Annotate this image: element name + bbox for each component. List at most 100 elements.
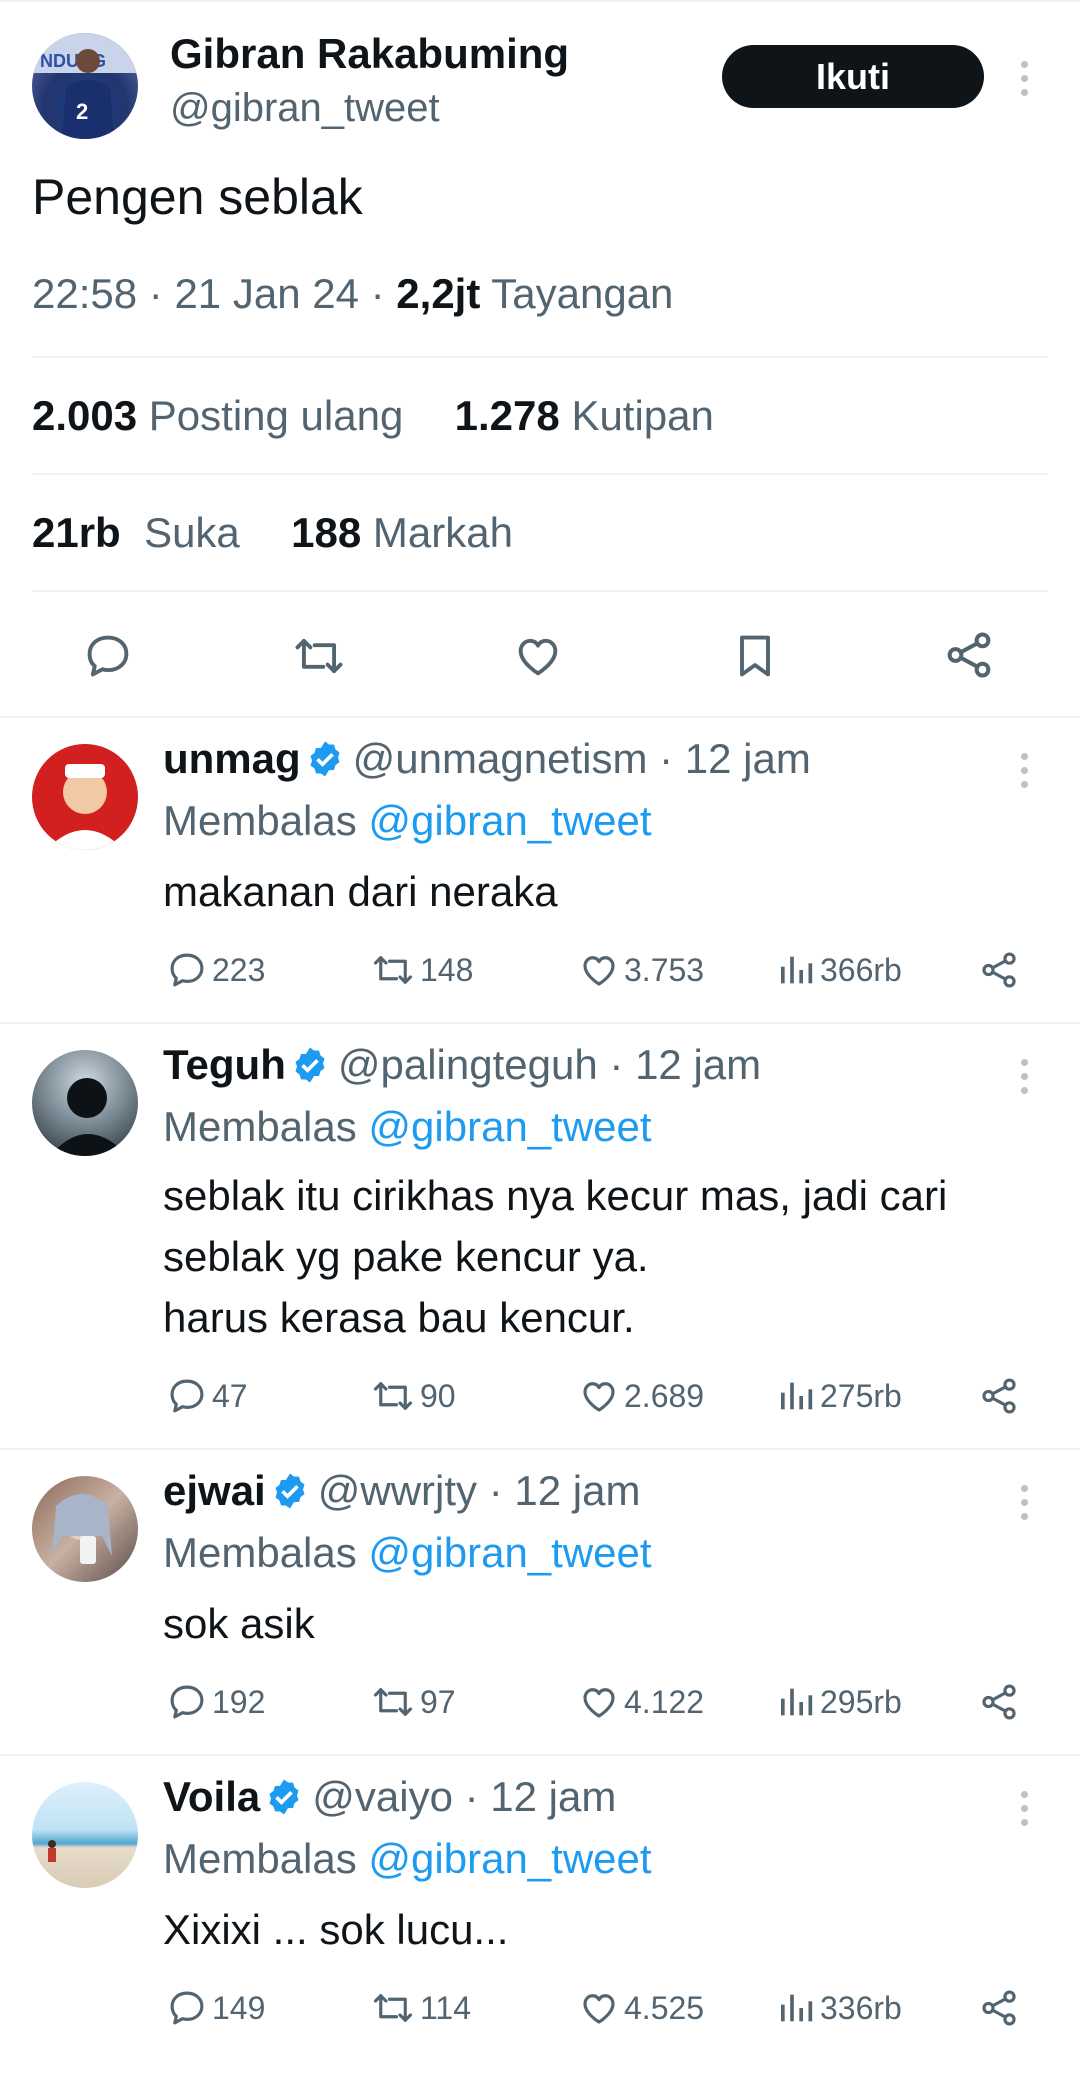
divider bbox=[32, 473, 1048, 475]
heart-icon bbox=[583, 1688, 615, 1718]
reply-text-line: sok asik bbox=[163, 1600, 315, 1647]
verified-badge-icon bbox=[305, 739, 345, 779]
reply-author-name[interactable]: Teguh bbox=[163, 1041, 286, 1088]
reply-action-repost[interactable]: 114 bbox=[370, 1987, 471, 2029]
more-icon[interactable] bbox=[1021, 61, 1031, 103]
heart-icon bbox=[583, 1382, 615, 1412]
more-icon[interactable] bbox=[1021, 1485, 1031, 1527]
bookmarks-count: 188 bbox=[291, 509, 362, 556]
reply-text-line: seblak itu cirikhas nya kecur mas, jadi … bbox=[163, 1172, 948, 1219]
reply-action-like[interactable]: 4.525 bbox=[578, 1987, 704, 2029]
reply-action-views[interactable]: 275rb bbox=[776, 1375, 902, 1417]
repost-icon bbox=[373, 1994, 413, 2022]
views-count: 295rb bbox=[820, 1683, 902, 1720]
views-count: 366rb bbox=[820, 951, 902, 988]
reply-action-share[interactable] bbox=[978, 1987, 1020, 2029]
divider bbox=[32, 590, 1048, 592]
follow-button[interactable]: Ikuti bbox=[722, 45, 984, 108]
bookmarks-label: Markah bbox=[372, 509, 513, 556]
reply-author-name[interactable]: unmag bbox=[163, 735, 301, 782]
views-count: 275rb bbox=[820, 1377, 902, 1414]
share-icon bbox=[982, 1378, 1016, 1414]
reply-avatar[interactable] bbox=[32, 744, 138, 850]
views-label: Tayangan bbox=[491, 270, 674, 317]
reply-action-share[interactable] bbox=[978, 1375, 1020, 1417]
stats-row-likes: 21rb Suka 188 Markah bbox=[32, 509, 513, 557]
reply-dot: · bbox=[464, 1773, 479, 1820]
reply-text-line: harus kerasa bau kencur. bbox=[163, 1294, 635, 1341]
reply-author-handle[interactable]: @unmagnetism bbox=[353, 735, 648, 782]
heart-icon[interactable] bbox=[512, 630, 564, 682]
share-icon[interactable] bbox=[942, 628, 996, 682]
more-icon[interactable] bbox=[1021, 1059, 1031, 1101]
reply-avatar[interactable] bbox=[32, 1476, 138, 1582]
svg-text:2: 2 bbox=[76, 99, 88, 124]
reply-author-handle[interactable]: @vaiyo bbox=[312, 1773, 453, 1820]
bookmarks-stat[interactable]: 188 Markah bbox=[291, 509, 513, 556]
reply-action-reply[interactable]: 223 bbox=[166, 949, 265, 991]
author-handle[interactable]: @gibran_tweet bbox=[170, 86, 440, 131]
reply-avatar[interactable] bbox=[32, 1782, 138, 1888]
replying-prefix: Membalas bbox=[163, 1529, 357, 1576]
reply-action-views[interactable]: 336rb bbox=[776, 1987, 902, 2029]
more-icon[interactable] bbox=[1021, 1791, 1031, 1833]
reply-author-handle[interactable]: @palingteguh bbox=[338, 1041, 598, 1088]
quotes-stat[interactable]: 1.278 Kutipan bbox=[455, 392, 714, 439]
reply-author-handle[interactable]: @wwrjty bbox=[318, 1467, 477, 1514]
reply-action-views[interactable]: 295rb bbox=[776, 1681, 902, 1723]
reply-time[interactable]: 12 jam bbox=[685, 735, 811, 782]
likes-stat[interactable]: 21rb Suka bbox=[32, 509, 240, 556]
reply-text-line: makanan dari neraka bbox=[163, 868, 558, 915]
heart-icon bbox=[583, 956, 615, 986]
reply-action-share[interactable] bbox=[978, 1681, 1020, 1723]
author-name[interactable]: Gibran Rakabuming bbox=[170, 30, 569, 78]
reply-action-reply[interactable]: 47 bbox=[166, 1375, 248, 1417]
repost-icon bbox=[373, 956, 413, 984]
reply-action-like[interactable]: 2.689 bbox=[578, 1375, 704, 1417]
reply-action-reply[interactable]: 149 bbox=[166, 1987, 265, 2029]
divider bbox=[0, 716, 1080, 718]
reply-action-repost[interactable]: 90 bbox=[370, 1375, 456, 1417]
repost-icon[interactable] bbox=[291, 630, 347, 682]
verified-badge-icon bbox=[264, 1777, 304, 1817]
reply-action-reply[interactable]: 192 bbox=[166, 1681, 265, 1723]
more-icon[interactable] bbox=[1021, 753, 1031, 795]
reply-action-like[interactable]: 3.753 bbox=[578, 949, 704, 991]
author-avatar[interactable]: NDUNG 2 bbox=[32, 33, 138, 139]
views-icon bbox=[781, 1382, 813, 1410]
repost-count: 90 bbox=[420, 1377, 456, 1414]
reply-action-share[interactable] bbox=[978, 949, 1020, 991]
reply-count: 47 bbox=[212, 1377, 248, 1414]
like-count: 4.525 bbox=[624, 1989, 705, 2026]
repost-count: 97 bbox=[420, 1683, 456, 1720]
reply-time[interactable]: 12 jam bbox=[635, 1041, 761, 1088]
replying-to-link[interactable]: @gibran_tweet bbox=[368, 1529, 651, 1576]
like-count: 3.753 bbox=[624, 951, 705, 988]
reply-author-name[interactable]: Voila bbox=[163, 1773, 260, 1820]
reply-author-name[interactable]: ejwai bbox=[163, 1467, 266, 1514]
reply-time[interactable]: 12 jam bbox=[490, 1773, 616, 1820]
reply-avatar[interactable] bbox=[32, 1050, 138, 1156]
reposts-stat[interactable]: 2.003 Posting ulang bbox=[32, 392, 403, 439]
verified-badge-icon bbox=[290, 1045, 330, 1085]
stats-row-reposts: 2.003 Posting ulang 1.278 Kutipan bbox=[32, 392, 714, 440]
replying-to: Membalas @gibran_tweet bbox=[163, 1529, 652, 1577]
reply-time[interactable]: 12 jam bbox=[514, 1467, 640, 1514]
tweet-time: 22:58 bbox=[32, 270, 138, 317]
reply-action-repost[interactable]: 97 bbox=[370, 1681, 456, 1723]
replying-to-link[interactable]: @gibran_tweet bbox=[368, 1103, 651, 1150]
repost-count: 114 bbox=[420, 1989, 472, 2026]
divider bbox=[0, 1448, 1080, 1450]
views-icon bbox=[781, 1994, 813, 2022]
reply-action-views[interactable]: 366rb bbox=[776, 949, 902, 991]
reply-text-line: seblak yg pake kencur ya. bbox=[163, 1233, 649, 1280]
reply-icon[interactable] bbox=[82, 630, 134, 682]
views-count: 336rb bbox=[820, 1989, 902, 2026]
replying-to: Membalas @gibran_tweet bbox=[163, 1103, 652, 1151]
reply-action-like[interactable]: 4.122 bbox=[578, 1681, 704, 1723]
replying-prefix: Membalas bbox=[163, 1835, 357, 1882]
bookmark-icon[interactable] bbox=[729, 630, 781, 682]
replying-to-link[interactable]: @gibran_tweet bbox=[368, 1835, 651, 1882]
reply-action-repost[interactable]: 148 bbox=[370, 949, 473, 991]
replying-to-link[interactable]: @gibran_tweet bbox=[368, 797, 651, 844]
